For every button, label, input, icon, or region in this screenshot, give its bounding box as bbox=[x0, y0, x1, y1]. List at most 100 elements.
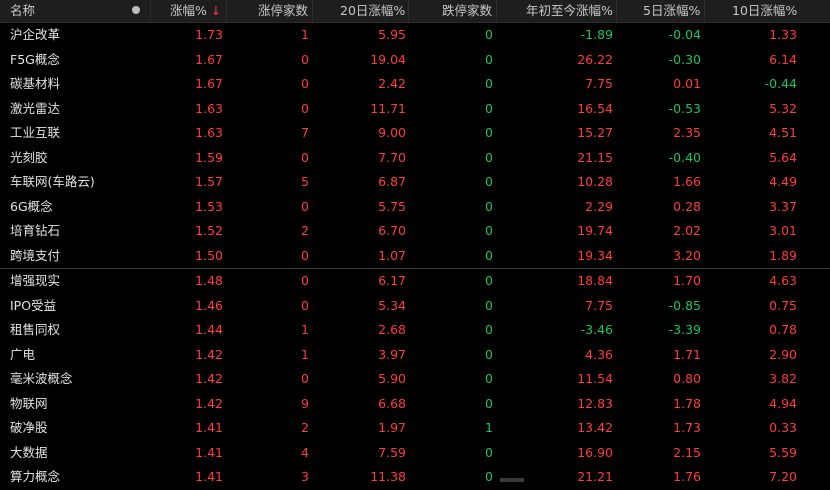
change-5d-cell: 1.78 bbox=[673, 395, 701, 411]
limit-up-count-cell: 5 bbox=[301, 174, 309, 189]
limit-down-count-cell: 0 bbox=[485, 223, 493, 238]
table-row[interactable]: 碳基材料 1.67 0 2.42 0 7.75 0.01 -0.44 bbox=[0, 72, 830, 97]
change-5d-cell: -0.40 bbox=[668, 149, 701, 165]
limit-up-count-cell: 0 bbox=[301, 149, 309, 165]
header-ytd-change[interactable]: 年初至今涨幅% bbox=[526, 0, 613, 22]
sector-name-cell: F5G概念 bbox=[10, 51, 60, 67]
change-20d-cell: 6.87 bbox=[378, 174, 406, 189]
limit-down-count-cell: 0 bbox=[485, 198, 493, 214]
ytd-change-cell: 4.36 bbox=[585, 346, 613, 362]
sector-name-cell: 光刻胶 bbox=[10, 149, 48, 165]
change-pct-cell: 1.52 bbox=[195, 223, 223, 238]
change-pct-cell: 1.67 bbox=[195, 51, 223, 67]
table-row[interactable]: 广电 1.42 1 3.97 0 4.36 1.71 2.90 bbox=[0, 343, 830, 368]
change-pct-cell: 1.73 bbox=[195, 27, 223, 42]
horizontal-scroll-handle[interactable] bbox=[500, 478, 524, 482]
table-row[interactable]: 增强现实 1.48 0 6.17 0 18.84 1.70 4.63 bbox=[0, 268, 830, 294]
ytd-change-cell: 16.54 bbox=[577, 100, 613, 116]
change-20d-cell: 6.17 bbox=[378, 273, 406, 288]
change-10d-cell: 3.37 bbox=[769, 198, 797, 214]
change-pct-cell: 1.41 bbox=[195, 444, 223, 460]
sector-name-cell: 算力概念 bbox=[10, 469, 61, 484]
limit-down-count-cell: 0 bbox=[485, 395, 493, 411]
header-5d-change[interactable]: 5日涨幅% bbox=[643, 0, 700, 22]
sector-name-cell: 毫米波概念 bbox=[10, 371, 73, 386]
limit-down-count-cell: 0 bbox=[485, 76, 493, 91]
header-change-pct[interactable]: 涨幅% ↓ bbox=[170, 0, 221, 22]
sector-name-cell: IPO受益 bbox=[10, 297, 57, 313]
table-row[interactable]: 车联网(车路云) 1.57 5 6.87 0 10.28 1.66 4.49 bbox=[0, 170, 830, 195]
change-10d-cell: 2.90 bbox=[769, 346, 797, 362]
change-10d-cell: 4.51 bbox=[769, 125, 797, 140]
table-row[interactable]: 培育钻石 1.52 2 6.70 0 19.74 2.02 3.01 bbox=[0, 219, 830, 244]
change-10d-cell: 0.33 bbox=[769, 420, 797, 435]
settings-dot-icon[interactable] bbox=[132, 6, 140, 14]
header-name[interactable]: 名称 bbox=[10, 0, 35, 22]
change-5d-cell: 2.02 bbox=[673, 223, 701, 238]
table-row[interactable]: 6G概念 1.53 0 5.75 0 2.29 0.28 3.37 bbox=[0, 195, 830, 220]
change-20d-cell: 3.97 bbox=[378, 346, 406, 362]
table-row[interactable]: 物联网 1.42 9 6.68 0 12.83 1.78 4.94 bbox=[0, 392, 830, 417]
table-row[interactable]: 破净股 1.41 2 1.97 1 13.42 1.73 0.33 bbox=[0, 416, 830, 441]
change-20d-cell: 9.00 bbox=[378, 125, 406, 140]
change-pct-cell: 1.63 bbox=[195, 125, 223, 140]
table-row[interactable]: F5G概念 1.67 0 19.04 0 26.22 -0.30 6.14 bbox=[0, 48, 830, 73]
change-10d-cell: 0.75 bbox=[769, 297, 797, 313]
change-20d-cell: 5.95 bbox=[378, 27, 406, 42]
change-pct-cell: 1.48 bbox=[195, 273, 223, 288]
ytd-change-cell: 19.34 bbox=[577, 247, 613, 263]
ytd-change-cell: 10.28 bbox=[577, 174, 613, 189]
column-divider bbox=[226, 0, 227, 22]
limit-up-count-cell: 7 bbox=[301, 125, 309, 140]
change-5d-cell: 0.28 bbox=[673, 198, 701, 214]
change-20d-cell: 7.59 bbox=[378, 444, 406, 460]
change-20d-cell: 11.71 bbox=[370, 100, 406, 116]
change-pct-cell: 1.46 bbox=[195, 297, 223, 313]
change-5d-cell: 2.35 bbox=[673, 125, 701, 140]
column-divider bbox=[616, 0, 617, 22]
change-5d-cell: 1.70 bbox=[673, 273, 701, 288]
limit-down-count-cell: 0 bbox=[485, 273, 493, 288]
limit-up-count-cell: 0 bbox=[301, 100, 309, 116]
limit-down-count-cell: 0 bbox=[485, 469, 493, 484]
change-20d-cell: 5.34 bbox=[378, 297, 406, 313]
sort-desc-icon: ↓ bbox=[210, 4, 221, 18]
table-row[interactable]: 跨境支付 1.50 0 1.07 0 19.34 3.20 1.89 bbox=[0, 244, 830, 269]
header-20d-change[interactable]: 20日涨幅% bbox=[340, 0, 405, 22]
change-5d-cell: -0.85 bbox=[668, 297, 701, 313]
table-row[interactable]: 光刻胶 1.59 0 7.70 0 21.15 -0.40 5.64 bbox=[0, 146, 830, 171]
ytd-change-cell: 18.84 bbox=[577, 273, 613, 288]
change-10d-cell: 1.33 bbox=[769, 27, 797, 42]
table-row[interactable]: 算力概念 1.41 3 11.38 0 21.21 1.76 7.20 bbox=[0, 465, 830, 490]
change-5d-cell: -0.53 bbox=[668, 100, 701, 116]
change-5d-cell: 1.66 bbox=[673, 174, 701, 189]
change-5d-cell: -0.04 bbox=[668, 27, 701, 42]
table-row[interactable]: IPO受益 1.46 0 5.34 0 7.75 -0.85 0.75 bbox=[0, 294, 830, 319]
change-pct-cell: 1.57 bbox=[195, 174, 223, 189]
change-20d-cell: 2.42 bbox=[378, 76, 406, 91]
header-limit-up-count[interactable]: 涨停家数 bbox=[258, 0, 308, 22]
table-row[interactable]: 大数据 1.41 4 7.59 0 16.90 2.15 5.59 bbox=[0, 441, 830, 466]
ytd-change-cell: 15.27 bbox=[577, 125, 613, 140]
table-row[interactable]: 租售同权 1.44 1 2.68 0 -3.46 -3.39 0.78 bbox=[0, 318, 830, 343]
table-row[interactable]: 沪企改革 1.73 1 5.95 0 -1.89 -0.04 1.33 bbox=[0, 23, 830, 48]
limit-up-count-cell: 2 bbox=[301, 223, 309, 238]
change-20d-cell: 19.04 bbox=[370, 51, 406, 67]
table-row[interactable]: 工业互联 1.63 7 9.00 0 15.27 2.35 4.51 bbox=[0, 121, 830, 146]
table-row[interactable]: 毫米波概念 1.42 0 5.90 0 11.54 0.80 3.82 bbox=[0, 367, 830, 392]
change-20d-cell: 11.38 bbox=[370, 469, 406, 484]
change-5d-cell: 1.71 bbox=[673, 346, 701, 362]
header-10d-change[interactable]: 10日涨幅% bbox=[732, 0, 797, 22]
limit-up-count-cell: 0 bbox=[301, 247, 309, 263]
header-limit-down-count[interactable]: 跌停家数 bbox=[442, 0, 492, 22]
limit-up-count-cell: 9 bbox=[301, 395, 309, 411]
change-10d-cell: 0.78 bbox=[769, 322, 797, 337]
change-pct-cell: 1.63 bbox=[195, 100, 223, 116]
change-pct-cell: 1.41 bbox=[195, 420, 223, 435]
sector-name-cell: 激光雷达 bbox=[10, 100, 61, 116]
ytd-change-cell: 7.75 bbox=[585, 76, 613, 91]
table-row[interactable]: 激光雷达 1.63 0 11.71 0 16.54 -0.53 5.32 bbox=[0, 97, 830, 122]
change-10d-cell: 3.82 bbox=[769, 371, 797, 386]
change-pct-cell: 1.42 bbox=[195, 346, 223, 362]
header-change-pct-label: 涨幅% bbox=[170, 3, 207, 18]
